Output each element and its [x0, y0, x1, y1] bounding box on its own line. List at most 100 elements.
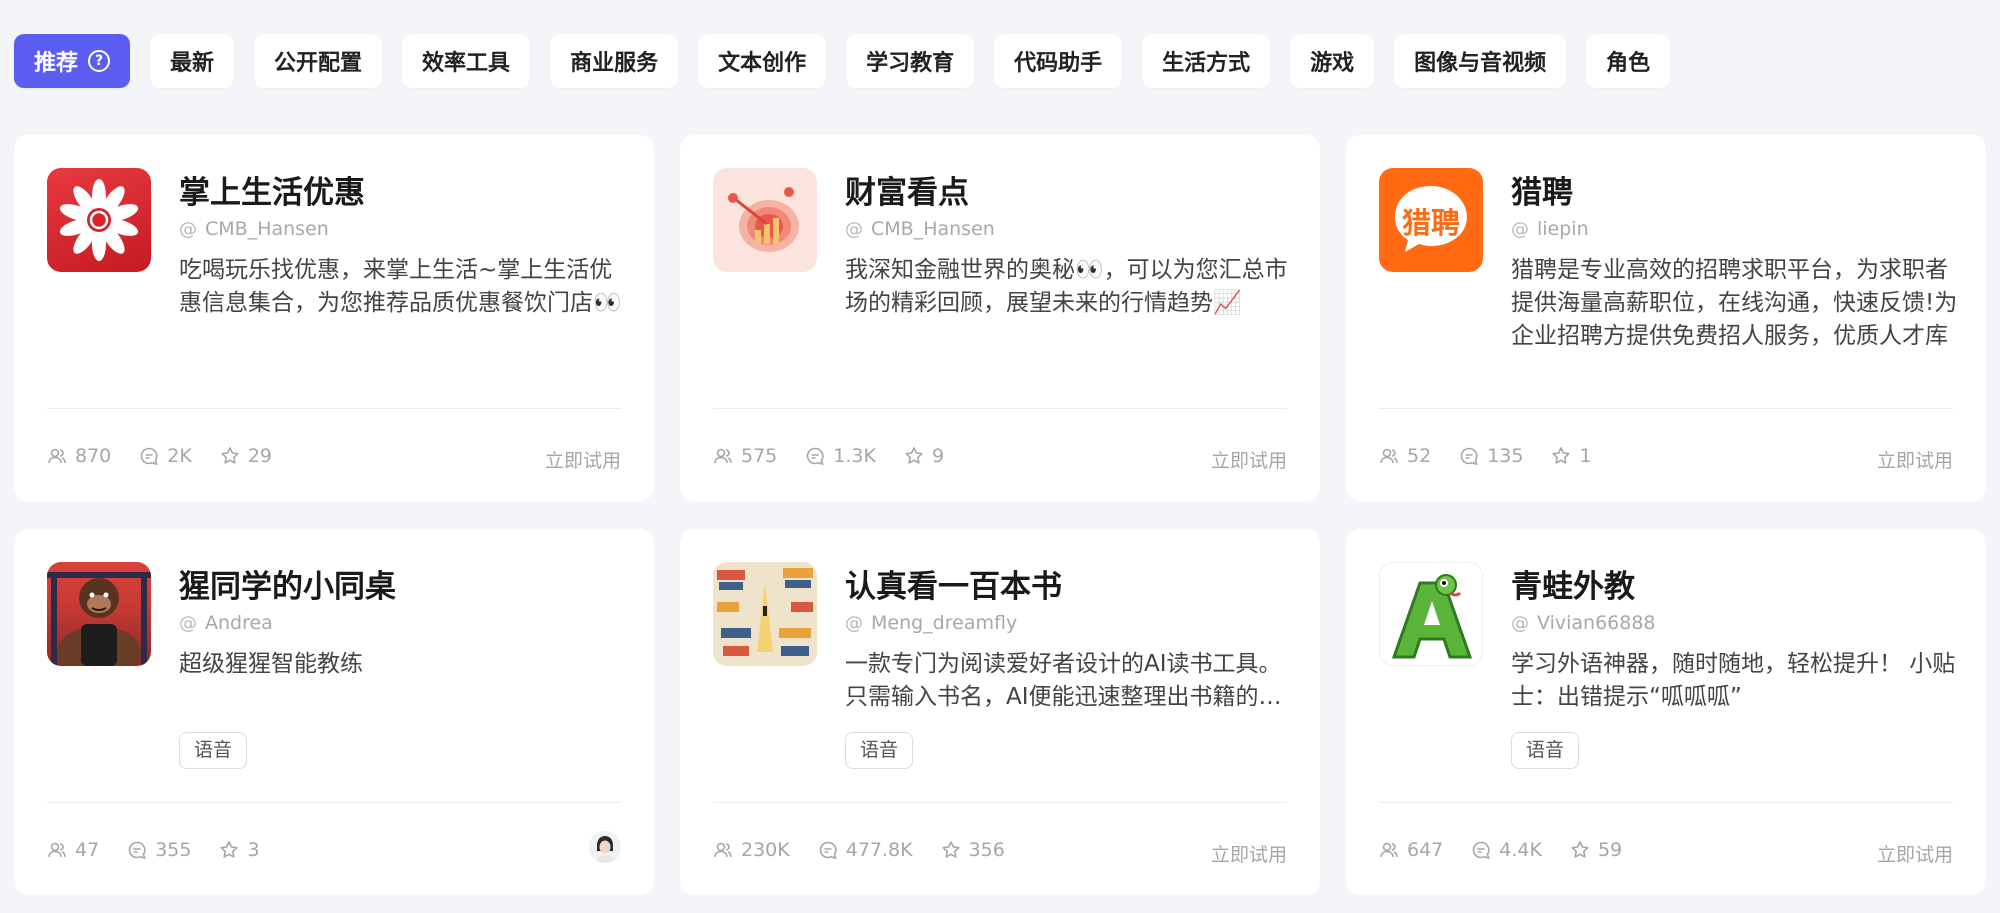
- star-icon: [1571, 841, 1589, 858]
- author-name: Andrea: [205, 612, 273, 634]
- at-icon: @: [1511, 218, 1529, 240]
- bot-stats: 870 2K 29: [47, 445, 272, 467]
- bot-stats: 230K 477.8K 356: [713, 839, 1005, 861]
- filter-chip-latest[interactable]: 最新: [150, 34, 235, 88]
- bot-card[interactable]: 猎聘 猎聘 @ liepin 猎聘是专业高效的招聘求职平台，为求职者提供海量高薪…: [1346, 135, 1986, 501]
- filter-chip-public-config[interactable]: 公开配置: [254, 34, 383, 88]
- users-stat: 870: [47, 445, 111, 467]
- bot-title[interactable]: 掌上生活优惠: [179, 167, 365, 212]
- filter-chip-education[interactable]: 学习教育: [846, 34, 975, 88]
- comment-icon: [807, 447, 824, 466]
- bot-avatar-wealth: [713, 168, 817, 272]
- filter-chip-lifestyle[interactable]: 生活方式: [1142, 34, 1271, 88]
- bot-avatar-cmb-life: [47, 168, 151, 272]
- filter-chip-roles[interactable]: 角色: [1586, 34, 1671, 88]
- bot-description: 一款专门为阅读爱好者设计的AI读书工具。只需输入书名，AI便能迅速整理出书籍的核…: [845, 651, 1282, 710]
- author-name: CMB_Hansen: [205, 218, 329, 240]
- filter-chip-games[interactable]: 游戏: [1290, 34, 1375, 88]
- filter-chip-recommended[interactable]: 推荐 ?: [14, 34, 131, 88]
- author-name: CMB_Hansen: [871, 218, 995, 240]
- comment-icon: [141, 447, 158, 466]
- voice-tag: 语音: [1511, 732, 1580, 769]
- liepin-logo-text: 猎聘: [1401, 206, 1460, 240]
- bot-title[interactable]: 财富看点: [845, 167, 969, 212]
- bot-stats: 647 4.4K 59: [1379, 839, 1622, 861]
- users-icon: [714, 842, 732, 858]
- users-stat: 47: [47, 839, 99, 861]
- bot-avatar-liepin: 猎聘: [1379, 168, 1483, 272]
- bot-author[interactable]: @ CMB_Hansen: [179, 218, 329, 240]
- stars-stat: 3: [219, 839, 260, 861]
- book-city-icon: [713, 562, 817, 666]
- person-avatar-icon: [589, 831, 621, 863]
- stars-stat: 1: [1551, 445, 1592, 467]
- star-icon: [1552, 447, 1571, 464]
- comments-stat: 477.8K: [818, 839, 913, 861]
- card-divider: [1379, 408, 1953, 409]
- stars-stat: 29: [220, 445, 272, 467]
- bot-avatar-frog: [1379, 562, 1483, 666]
- stars-stat: 59: [1570, 839, 1622, 861]
- bot-author[interactable]: @ Vivian66888: [1511, 612, 1656, 634]
- bot-stats: 52 135 1: [1379, 445, 1592, 467]
- filter-chip-writing[interactable]: 文本创作: [698, 34, 827, 88]
- bot-author[interactable]: @ liepin: [1511, 218, 1589, 240]
- bot-title[interactable]: 猩同学的小同桌: [179, 561, 396, 606]
- creator-avatar[interactable]: [589, 831, 621, 863]
- help-icon[interactable]: ?: [88, 50, 111, 72]
- bot-stats: 575 1.3K 9: [713, 445, 944, 467]
- voice-tag: 语音: [845, 732, 914, 769]
- at-icon: @: [845, 218, 863, 240]
- at-icon: @: [845, 612, 863, 634]
- bot-title[interactable]: 青蛙外教: [1511, 561, 1635, 606]
- try-now-button[interactable]: 立即试用: [1877, 446, 1953, 473]
- bot-title[interactable]: 猎聘: [1511, 167, 1573, 212]
- comments-stat: 135: [1459, 445, 1523, 467]
- gorilla-avatar-icon: [47, 572, 151, 666]
- stars-stat: 9: [904, 445, 944, 467]
- bot-card[interactable]: 掌上生活优惠 @ CMB_Hansen 吃喝玩乐找优惠，来掌上生活~掌上生活优惠…: [14, 135, 654, 501]
- category-filter-bar: 推荐 ? 最新 公开配置 效率工具 商业服务 文本创作 学习教育 代码助手 生活…: [14, 34, 1671, 88]
- bot-author[interactable]: @ Andrea: [179, 612, 273, 634]
- bot-author[interactable]: @ Meng_dreamfly: [845, 612, 1017, 634]
- comments-stat: 2K: [139, 445, 192, 467]
- comments-stat: 1.3K: [805, 445, 876, 467]
- filter-chip-business[interactable]: 商业服务: [550, 34, 679, 88]
- at-icon: @: [179, 218, 197, 240]
- bot-card[interactable]: 猩同学的小同桌 @ Andrea 超级猩猩智能教练 语音 47 355 3: [14, 529, 654, 895]
- users-icon: [1380, 448, 1398, 464]
- try-now-button[interactable]: 立即试用: [1211, 446, 1287, 473]
- try-now-button[interactable]: 立即试用: [1877, 840, 1953, 867]
- filter-chip-productivity[interactable]: 效率工具: [402, 34, 531, 88]
- card-divider: [713, 408, 1287, 409]
- filter-chip-media[interactable]: 图像与音视频: [1394, 34, 1567, 88]
- users-icon: [714, 448, 732, 464]
- comments-stat: 4.4K: [1471, 839, 1542, 861]
- flower-logo-icon: [59, 179, 139, 261]
- comment-icon: [1460, 447, 1478, 466]
- comments-stat: 355: [127, 839, 191, 861]
- bot-card[interactable]: 财富看点 @ CMB_Hansen 我深知金融世界的奥秘👀，可以为您汇总市场的精…: [680, 135, 1320, 501]
- users-icon: [1380, 842, 1398, 858]
- try-now-button[interactable]: 立即试用: [545, 446, 621, 473]
- comment-icon: [819, 841, 837, 860]
- bot-title[interactable]: 认真看一百本书: [845, 561, 1062, 606]
- bot-card[interactable]: 认真看一百本书 @ Meng_dreamfly 一款专门为阅读爱好者设计的AI读…: [680, 529, 1320, 895]
- bot-description: 我深知金融世界的奥秘👀，可以为您汇总市场的精彩回顾，展望未来的行情趋势📈: [845, 257, 1288, 316]
- star-icon: [905, 447, 923, 464]
- try-now-button[interactable]: 立即试用: [1211, 840, 1287, 867]
- comment-icon: [1473, 841, 1490, 860]
- bot-stats: 47 355 3: [47, 839, 260, 861]
- comment-icon: [128, 841, 146, 860]
- star-icon: [941, 841, 960, 858]
- bot-author[interactable]: @ CMB_Hansen: [845, 218, 995, 240]
- bot-description: 吃喝玩乐找优惠，来掌上生活~掌上生活优惠信息集合，为您推荐品质优惠餐饮门店👀: [179, 257, 622, 316]
- filter-chip-code[interactable]: 代码助手: [994, 34, 1123, 88]
- star-icon: [221, 447, 239, 464]
- author-name: Meng_dreamfly: [871, 612, 1018, 634]
- users-stat: 647: [1379, 839, 1443, 861]
- users-stat: 52: [1379, 445, 1431, 467]
- dartboard-chart-icon: [728, 187, 799, 252]
- at-icon: @: [1511, 612, 1529, 634]
- bot-card[interactable]: 青蛙外教 @ Vivian66888 学习外语神器，随时随地，轻松提升！ 小贴士…: [1346, 529, 1986, 895]
